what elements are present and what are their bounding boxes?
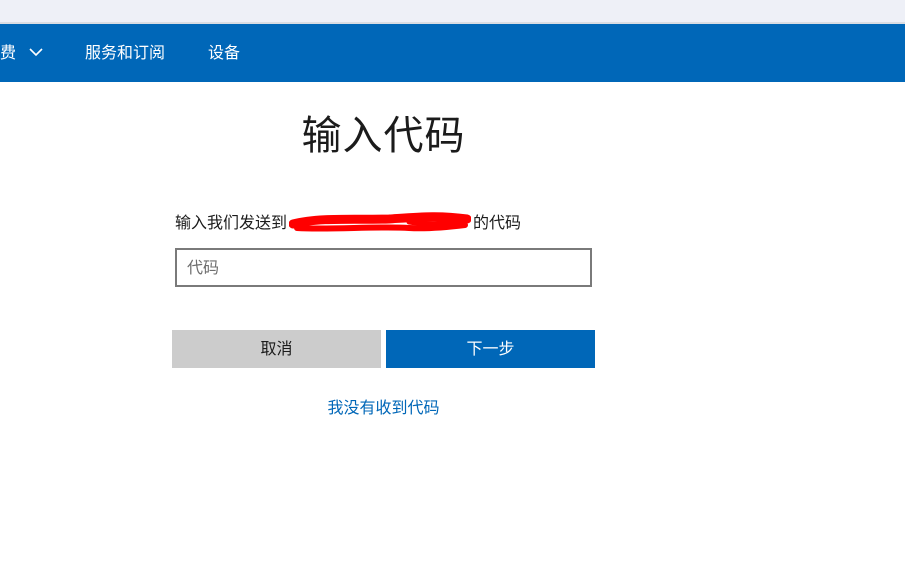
nav-item-services-subscriptions[interactable]: 服务和订阅 xyxy=(85,24,165,82)
redacted-contact-scribble xyxy=(288,211,472,237)
instruction-suffix: 的代码 xyxy=(473,213,522,232)
cancel-button[interactable]: 取消 xyxy=(172,330,381,368)
top-nav-bar: 费 服务和订阅 设备 xyxy=(0,24,905,82)
instruction-prefix: 输入我们发送到 xyxy=(175,213,288,232)
nav-item-billing[interactable]: 费 xyxy=(0,24,43,82)
instruction-text: 输入我们发送到 的代码 xyxy=(175,210,521,236)
code-input[interactable] xyxy=(175,248,592,287)
nav-item-devices[interactable]: 设备 xyxy=(208,24,240,82)
page-title: 输入代码 xyxy=(301,113,466,159)
browser-top-strip xyxy=(0,0,905,24)
nav-item-billing-label: 费 xyxy=(0,43,17,62)
chevron-down-icon xyxy=(29,23,43,81)
didnt-receive-code-link[interactable]: 我没有收到代码 xyxy=(0,396,767,420)
next-button[interactable]: 下一步 xyxy=(386,330,595,368)
